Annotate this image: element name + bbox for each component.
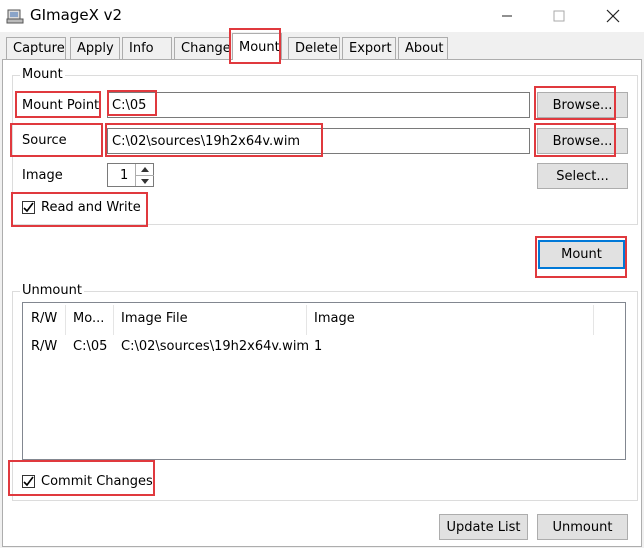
cell-image-file: C:\02\sources\19h2x64v.wim [121, 339, 310, 354]
column-divider[interactable] [65, 305, 66, 335]
mounted-images-list[interactable]: R/W Mo... Image File Image R/W C:\05 C:\… [22, 302, 626, 460]
mount-point-label-highlight [15, 91, 101, 118]
chevron-down-icon [141, 178, 149, 184]
column-header-mount[interactable]: Mo... [73, 311, 104, 326]
column-divider[interactable] [593, 305, 594, 335]
image-label: Image [22, 168, 63, 183]
mount-point-browse-highlight [534, 86, 616, 120]
source-label-highlight [10, 123, 103, 157]
cell-mount-point: C:\05 [73, 339, 108, 354]
mount-group-title: Mount [20, 67, 65, 82]
tab-capture[interactable]: Capture [6, 37, 66, 59]
select-button[interactable]: Select... [537, 163, 628, 189]
image-spinbox-value: 1 [120, 167, 129, 183]
window-title: GImageX v2 [30, 6, 123, 24]
cell-image-index: 1 [314, 339, 323, 354]
tab-change[interactable]: Change [174, 37, 231, 59]
minimize-icon [502, 15, 512, 17]
image-spinbox-arrows [135, 164, 154, 186]
spin-down-button[interactable] [136, 176, 154, 186]
tab-mount-highlight [229, 28, 281, 64]
maximize-button[interactable] [536, 0, 582, 32]
title-bar: GImageX v2 [0, 0, 644, 32]
tab-delete[interactable]: Delete [288, 37, 340, 59]
unmount-group-title: Unmount [20, 283, 84, 298]
source-browse-highlight [534, 123, 616, 157]
tab-about[interactable]: About [398, 37, 448, 59]
mount-button-highlight [535, 236, 627, 278]
column-header-rw[interactable]: R/W [31, 311, 57, 326]
minimize-button[interactable] [484, 0, 530, 32]
tab-info[interactable]: Info [122, 37, 172, 59]
spin-up-button[interactable] [136, 164, 154, 176]
close-button[interactable] [590, 0, 636, 32]
source-input-highlight [105, 123, 323, 157]
close-icon [606, 9, 620, 23]
maximize-icon [553, 10, 565, 22]
column-header-image[interactable]: Image [314, 311, 355, 326]
cell-rw: R/W [31, 339, 58, 354]
mount-point-input[interactable]: C:\05 [107, 92, 530, 118]
read-write-highlight [11, 192, 148, 227]
column-divider[interactable] [113, 305, 114, 335]
unmount-button[interactable]: Unmount [537, 514, 628, 540]
column-divider[interactable] [306, 305, 307, 335]
chevron-up-icon [141, 167, 149, 172]
tab-export[interactable]: Export [342, 37, 396, 59]
app-icon [6, 9, 24, 24]
commit-changes-highlight [8, 460, 155, 496]
table-row[interactable] [23, 335, 625, 357]
tab-apply[interactable]: Apply [70, 37, 120, 59]
mount-point-input-highlight [107, 90, 157, 116]
update-list-button[interactable]: Update List [439, 514, 528, 540]
column-header-image-file[interactable]: Image File [121, 311, 188, 326]
